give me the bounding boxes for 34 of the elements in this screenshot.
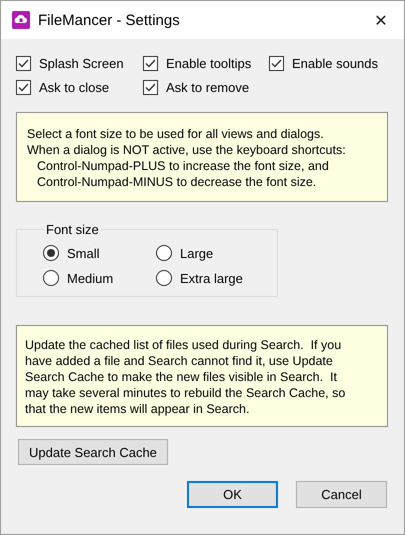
checkbox-label: Enable sounds — [292, 56, 378, 71]
note-line: may take several minutes to rebuild the Search Cache, so — [25, 385, 346, 401]
checkbox[interactable] — [143, 80, 158, 95]
note-line: Update the cached list of files used during Search. If you — [25, 337, 342, 353]
radio-label: Small — [67, 246, 100, 260]
dialog-button[interactable]: Cancel — [296, 481, 387, 508]
close-button[interactable]: ✕ — [358, 1, 404, 39]
radio-button[interactable] — [43, 245, 59, 261]
checkbox[interactable] — [143, 56, 158, 71]
radio-button[interactable] — [156, 270, 172, 286]
dialog-button[interactable]: OK — [187, 481, 278, 508]
radio-label: Large — [180, 246, 214, 260]
checkbox-label: Ask to remove — [166, 80, 250, 95]
note-line: have added a file and Search cannot find it, use Update — [25, 353, 334, 369]
radio-button[interactable] — [43, 270, 59, 286]
note-line: that the new items will appear in Search. — [25, 401, 250, 417]
checkbox[interactable] — [269, 56, 284, 71]
radio-button[interactable] — [156, 245, 172, 261]
checkbox-label: Splash Screen — [39, 56, 124, 71]
note-line: Search Cache to make the new files visible in Search. It — [25, 369, 338, 385]
note-line: When a dialog is NOT active, use the keyboard shortcuts: — [27, 142, 347, 158]
radio-label: Extra large — [180, 270, 243, 286]
checkbox-label: Ask to close — [39, 80, 110, 95]
note-line: Control-Numpad-PLUS to increase the font size, and — [36, 158, 330, 174]
checkbox-label: Enable tooltips — [166, 56, 252, 71]
note-line: Select a font size to be used for all views and dialogs. — [27, 126, 325, 142]
app-icon — [12, 11, 30, 29]
radio-label: Medium — [67, 270, 114, 286]
checkbox[interactable] — [16, 56, 31, 71]
group-legend: Font size — [44, 222, 101, 237]
checkbox[interactable] — [16, 80, 31, 95]
window-title: FileMancer - Settings — [38, 12, 181, 28]
update-cache-button[interactable]: Update Search Cache — [18, 439, 168, 465]
note-line: Control-Numpad-MINUS to decrease the font size. — [36, 174, 318, 190]
